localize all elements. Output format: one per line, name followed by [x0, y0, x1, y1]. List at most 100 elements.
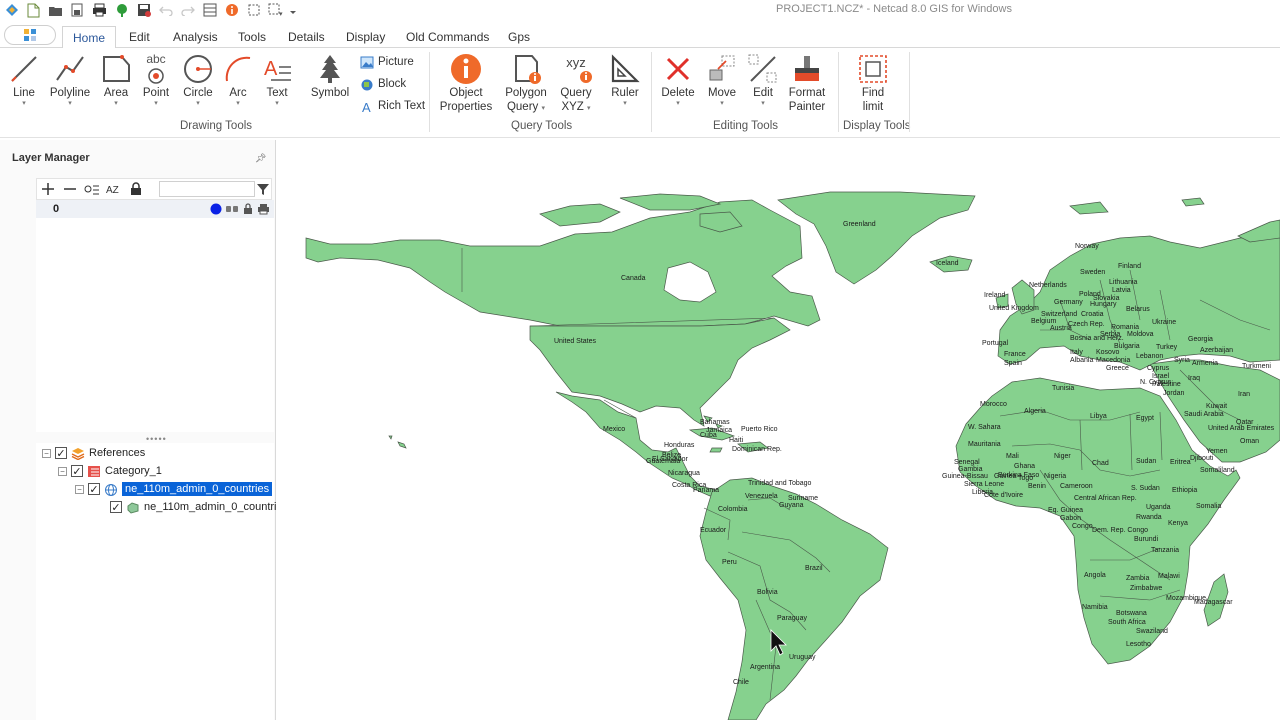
label-kuwait: Kuwait	[1206, 403, 1227, 410]
label-guinea-bissau: Guinea-Bissau	[942, 473, 988, 480]
customize-qat-icon[interactable]	[288, 2, 298, 19]
label-egypt: Egypt	[1136, 415, 1154, 422]
zoom-window-icon[interactable]: ▾	[266, 2, 285, 19]
label-uae: United Arab Emirates	[1208, 425, 1275, 432]
label-albania: Albania	[1070, 357, 1093, 364]
label-congo: Congo	[1072, 523, 1093, 530]
land-south-america[interactable]	[699, 477, 889, 720]
picture-button[interactable]: Picture	[360, 53, 414, 71]
delete-x-icon	[666, 57, 690, 81]
world-map[interactable]: Greenland Canada United States Mexico Ic…	[277, 140, 1280, 720]
add-layer-icon[interactable]	[37, 179, 59, 199]
tree-row-layer[interactable]: ✓ ne_110m_admin_0_countrie	[110, 498, 283, 516]
tab-details[interactable]: Details	[288, 30, 325, 44]
tab-tools[interactable]: Tools	[238, 30, 266, 44]
label-venezuela: Venezuela	[745, 493, 778, 500]
undo-icon[interactable]	[156, 2, 175, 19]
tab-home[interactable]: Home	[62, 26, 117, 49]
tab-display[interactable]: Display	[346, 30, 385, 44]
layer-group-checkbox[interactable]: ✓	[88, 483, 100, 496]
references-checkbox[interactable]: ✓	[55, 447, 67, 460]
symbol-button[interactable]: Symbol	[300, 52, 360, 100]
ruler-button[interactable]: Ruler ▾	[595, 52, 655, 108]
label-algeria: Algeria	[1024, 408, 1046, 415]
layer-visible-icon[interactable]	[225, 203, 239, 215]
block-icon	[361, 79, 373, 90]
layer-lock-icon[interactable]	[242, 203, 254, 215]
tree-row-references[interactable]: − ✓ References	[42, 444, 145, 462]
save-as-icon[interactable]	[68, 2, 87, 19]
object-properties-button[interactable]: Object Properties	[436, 52, 496, 114]
pin-icon[interactable]: 📌︎	[255, 153, 266, 164]
print-icon[interactable]	[90, 2, 109, 19]
format-painter-button[interactable]: Format Painter	[777, 52, 837, 114]
tab-old-commands[interactable]: Old Commands	[406, 30, 489, 44]
open-folder-icon[interactable]	[46, 2, 65, 19]
label-norway: Norway	[1075, 243, 1099, 250]
layer-row[interactable]: 0	[36, 200, 274, 218]
land-united-states[interactable]	[529, 317, 791, 427]
land-hawaii[interactable]	[388, 435, 407, 449]
tree-row-layer-group[interactable]: − ✓ ne_110m_admin_0_countries	[75, 480, 274, 498]
label-romania: Romania	[1111, 324, 1139, 331]
label-honduras: Honduras	[664, 442, 695, 449]
tree-row-category[interactable]: − ✓ Category_1	[58, 462, 162, 480]
svg-text:A: A	[362, 100, 371, 113]
label-kenya: Kenya	[1168, 520, 1188, 527]
lock-icon[interactable]	[125, 179, 147, 199]
collapse-icon[interactable]: −	[75, 484, 84, 494]
layer-color-icon[interactable]	[210, 203, 222, 215]
layer-print-icon[interactable]	[257, 203, 270, 215]
collapse-icon[interactable]: −	[58, 466, 67, 476]
label-nicaragua: Nicaragua	[668, 470, 700, 477]
web-globe-icon[interactable]	[112, 2, 131, 19]
remove-layer-icon[interactable]	[59, 179, 81, 199]
tab-edit[interactable]: Edit	[129, 30, 150, 44]
layer-visibility-sort-icon[interactable]	[81, 179, 103, 199]
label-portugal: Portugal	[982, 340, 1009, 347]
text-button[interactable]: A Text ▾	[247, 52, 307, 108]
svg-text:AZ: AZ	[106, 185, 119, 196]
label-trinidad: Trinidad and Tobago	[748, 480, 812, 487]
label-switzerland: Switzerland	[1041, 311, 1077, 318]
redo-icon[interactable]	[178, 2, 197, 19]
layer-search-input[interactable]	[159, 181, 255, 197]
label-senegal: Senegal	[954, 459, 980, 466]
ruler-label: Ruler	[611, 87, 639, 99]
label-zimbabwe: Zimbabwe	[1130, 585, 1162, 592]
layer-checkbox[interactable]: ✓	[110, 501, 122, 514]
map-canvas[interactable]: Greenland Canada United States Mexico Ic…	[277, 140, 1280, 720]
collapse-icon[interactable]: −	[42, 448, 51, 458]
label-nigeria: Nigeria	[1044, 473, 1066, 480]
label-greenland: Greenland	[843, 221, 876, 228]
label-libya: Libya	[1090, 413, 1107, 420]
sort-az-icon[interactable]: AZ	[103, 179, 125, 199]
label-italy: Italy	[1070, 349, 1083, 356]
label-car: Central African Rep.	[1074, 495, 1137, 502]
select-frame-icon[interactable]	[244, 2, 263, 19]
block-button[interactable]: Block	[360, 75, 406, 93]
tab-analysis[interactable]: Analysis	[173, 30, 218, 44]
shapefile-globe-icon	[105, 483, 117, 496]
group-separator	[909, 52, 910, 132]
label-cote-divoire: Côte d'Ivoire	[984, 492, 1023, 499]
find-limit-button[interactable]: Find limit	[843, 52, 903, 114]
svg-text:▾: ▾	[279, 11, 283, 17]
tab-gps[interactable]: Gps	[508, 30, 530, 44]
new-file-icon[interactable]	[24, 2, 43, 19]
app-logo-icon[interactable]	[2, 2, 21, 19]
label-canada: Canada	[621, 275, 646, 282]
layout-icon[interactable]	[200, 2, 219, 19]
label-madagascar: Madagascar	[1194, 599, 1233, 606]
info-icon[interactable]	[222, 2, 241, 19]
land-jamaica[interactable]	[709, 447, 723, 453]
label-ukraine: Ukraine	[1152, 319, 1176, 326]
rich-text-button[interactable]: A Rich Text	[360, 97, 425, 115]
label-azerbaijan: Azerbaijan	[1200, 347, 1233, 354]
land-svalbard[interactable]	[1069, 197, 1280, 243]
layer-group-label: ne_110m_admin_0_countries	[120, 481, 274, 497]
save-icon[interactable]	[134, 2, 153, 19]
category-checkbox[interactable]: ✓	[71, 465, 83, 478]
filter-icon[interactable]	[255, 180, 271, 198]
application-menu-button[interactable]	[4, 25, 56, 45]
